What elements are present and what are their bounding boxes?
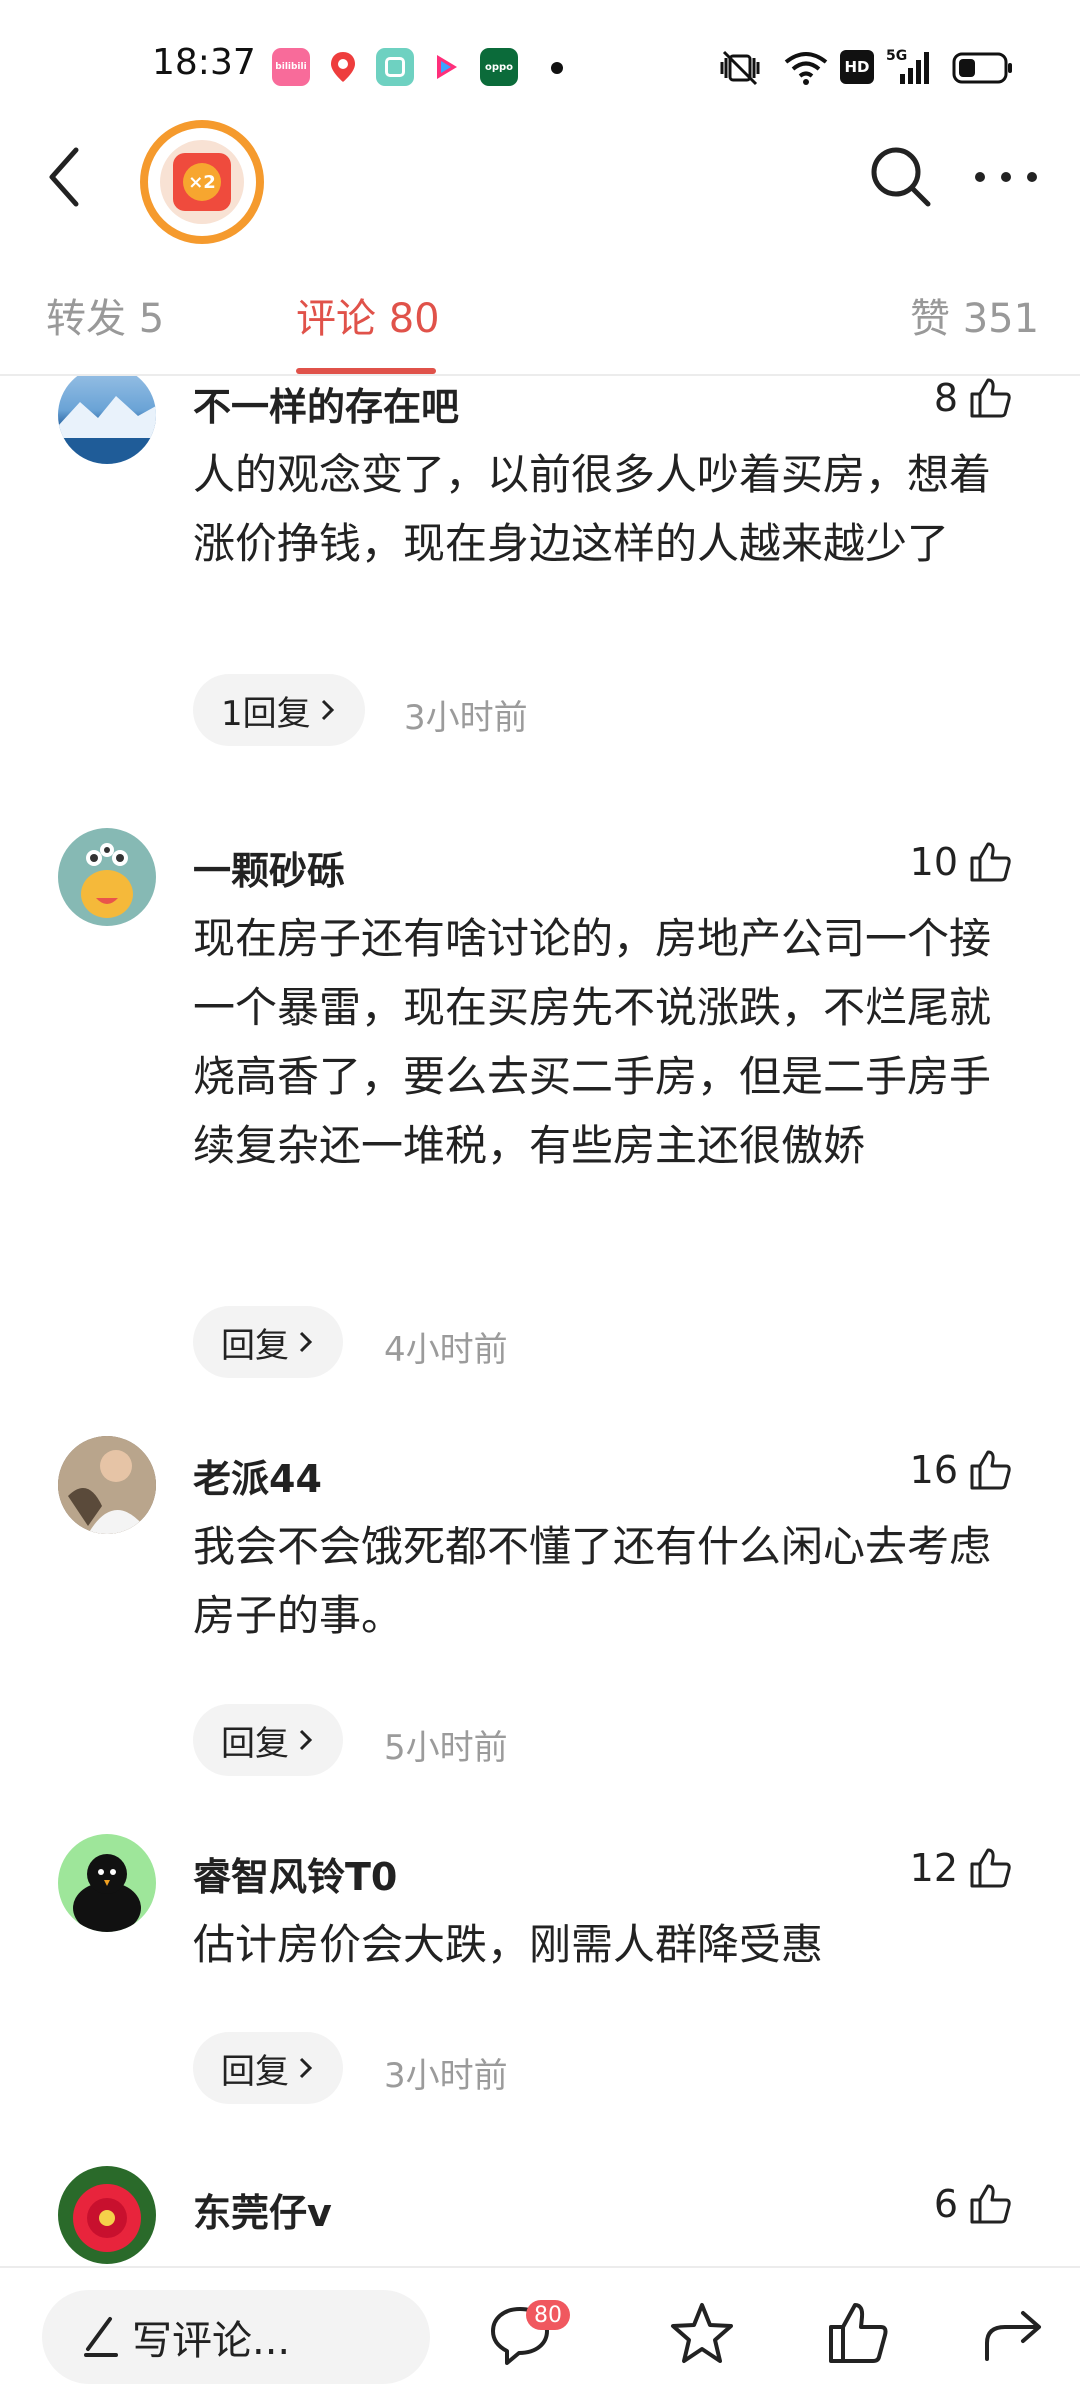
- reply-button[interactable]: 回复: [193, 1704, 343, 1776]
- video-app-icon: [428, 48, 466, 86]
- like-count: 6: [933, 2182, 958, 2226]
- map-app-icon: [324, 48, 362, 86]
- oppo-app-icon: oppo: [480, 48, 518, 86]
- like-count: 8: [933, 376, 958, 420]
- share-button[interactable]: [972, 2292, 1056, 2376]
- red-packet-badge[interactable]: ×2: [140, 120, 264, 244]
- bilibili-icon-label: bilibili: [275, 62, 307, 72]
- more-dots-icon: [975, 172, 1037, 182]
- username[interactable]: 老派44: [193, 1448, 322, 1503]
- like-button[interactable]: 12: [910, 1846, 1012, 1890]
- oppo-icon-label: oppo: [484, 61, 514, 73]
- bilibili-app-icon: bilibili: [272, 48, 310, 86]
- thumbs-up-icon: [970, 1848, 1011, 1888]
- like-button[interactable]: 10: [910, 840, 1012, 884]
- user-avatar[interactable]: [58, 828, 156, 926]
- comment-text: 现在房子还有啥讨论的，房地产公司一个接一个暴雷，现在买房先不说涨跌，不烂尾就烧高…: [193, 914, 992, 1170]
- search-icon: [871, 147, 931, 207]
- thumbs-up-icon: [829, 2303, 888, 2363]
- star-icon: [671, 2303, 733, 2363]
- username[interactable]: 一颗砂砾: [193, 840, 345, 895]
- reply-label: 回复: [221, 2051, 289, 2092]
- vibrate-mute-icon: [716, 48, 766, 92]
- comment-time: 4小时前: [384, 1330, 508, 1370]
- user-avatar[interactable]: [58, 376, 156, 464]
- reply-button[interactable]: 1回复: [193, 674, 365, 746]
- comment-text: 我会不会饿死都不懂了还有什么闲心去考虑房子的事。: [193, 1522, 992, 1640]
- pencil-icon: [84, 2317, 118, 2357]
- status-bar: 18:37 bilibili oppo HD 5G: [0, 0, 1080, 120]
- username[interactable]: 不一样的存在吧: [193, 376, 459, 431]
- user-avatar[interactable]: [58, 1436, 156, 1534]
- like-button[interactable]: 16: [910, 1448, 1012, 1492]
- hd-icon: HD: [840, 50, 874, 84]
- favorite-button[interactable]: [660, 2292, 744, 2376]
- gallery-app-icon: [376, 48, 414, 86]
- comment-item: 睿智风铃T0 12 估计房价会大跌，刚需人群降受惠 回复 3小时前: [0, 1832, 1080, 2152]
- thumbs-up-icon: [970, 1450, 1011, 1490]
- username[interactable]: 东莞仔v: [193, 2182, 332, 2237]
- username[interactable]: 睿智风铃T0: [193, 1846, 397, 1901]
- like-button[interactable]: 8: [934, 376, 1012, 420]
- user-avatar[interactable]: [58, 1834, 156, 1932]
- back-button[interactable]: [40, 142, 90, 212]
- share-arrow-icon: [985, 2311, 1041, 2361]
- like-count: 10: [909, 840, 958, 884]
- comment-item: 一颗砂砾 10 现在房子还有啥讨论的，房地产公司一个接一个暴雷，现在买房先不说涨…: [0, 826, 1080, 1386]
- comment-item: 东莞仔v 6: [0, 2166, 1080, 2266]
- comment-text: 人的观念变了，以前很多人吵着买房，想着涨价挣钱，现在身边这样的人越来越少了: [193, 450, 992, 568]
- more-button[interactable]: [968, 142, 1048, 212]
- reply-button[interactable]: 回复: [193, 2032, 343, 2104]
- weibo-comments-page: 18:37 bilibili oppo HD 5G ×2 转发 5 评论 80 …: [0, 0, 1080, 2400]
- tab-bar: 转发 5 评论 80 赞 351: [0, 280, 1080, 376]
- tab-comments[interactable]: 评论 80: [296, 286, 440, 344]
- comment-time: 3小时前: [384, 2056, 508, 2096]
- signal-icon: 5G: [886, 46, 936, 92]
- comment-item: 老派44 16 我会不会饿死都不懂了还有什么闲心去考虑房子的事。 回复 5小时前: [0, 1434, 1080, 1814]
- like-post-button[interactable]: [816, 2292, 900, 2376]
- chevron-left-icon: [49, 147, 79, 207]
- comment-list: 不一样的存在吧 8 人的观念变了，以前很多人吵着买房，想着涨价挣钱，现在身边这样…: [0, 376, 1080, 2266]
- like-count: 16: [909, 1448, 958, 1492]
- chevron-right-icon: [299, 1331, 313, 1353]
- user-avatar[interactable]: [58, 2166, 156, 2264]
- red-packet-icon: ×2: [173, 153, 231, 211]
- comment-text: 估计房价会大跌，刚需人群降受惠: [193, 1920, 824, 1969]
- tab-likes[interactable]: 赞 351: [910, 286, 1039, 344]
- reply-label: 1回复: [221, 693, 311, 734]
- thumbs-up-icon: [970, 842, 1011, 882]
- reply-label: 回复: [221, 1723, 289, 1764]
- search-button[interactable]: [866, 142, 936, 212]
- comment-time: 5小时前: [384, 1728, 508, 1768]
- badge-label: ×2: [183, 163, 221, 201]
- chevron-right-icon: [299, 2057, 313, 2079]
- reply-button[interactable]: 回复: [193, 1306, 343, 1378]
- header: ×2: [0, 120, 1080, 244]
- chevron-right-icon: [299, 1729, 313, 1751]
- hd-label: HD: [844, 58, 870, 76]
- like-button[interactable]: 6: [934, 2182, 1012, 2226]
- comment-time: 3小时前: [404, 698, 528, 738]
- bottom-action-bar: 写评论... 80: [0, 2266, 1080, 2400]
- notification-dot: [551, 62, 563, 74]
- write-comment-placeholder: 写评论...: [132, 2318, 291, 2364]
- comment-count-badge: 80: [526, 2300, 570, 2330]
- svg-text:5G: 5G: [886, 48, 907, 64]
- write-comment-input[interactable]: 写评论...: [42, 2290, 430, 2384]
- tab-reposts[interactable]: 转发 5: [46, 286, 164, 344]
- thumbs-up-icon: [970, 378, 1011, 418]
- like-count: 12: [909, 1846, 958, 1890]
- reply-label: 回复: [221, 1325, 289, 1366]
- battery-icon: [952, 52, 1014, 88]
- wifi-icon: [784, 50, 828, 90]
- status-time: 18:37: [152, 42, 256, 83]
- red-packet-inner: ×2: [160, 140, 244, 224]
- chevron-right-icon: [321, 699, 334, 721]
- thumbs-up-icon: [970, 2184, 1011, 2224]
